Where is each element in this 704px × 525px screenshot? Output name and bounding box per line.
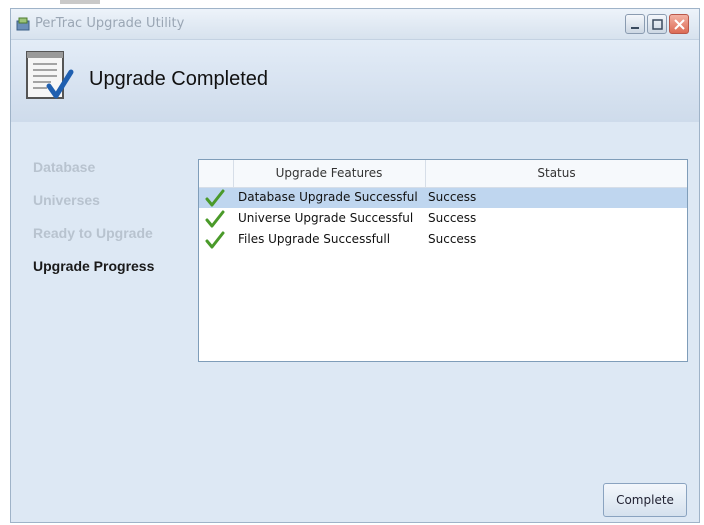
column-header-features[interactable]: Upgrade Features bbox=[233, 160, 426, 187]
step-upgrade-progress: Upgrade Progress bbox=[33, 258, 155, 274]
status-cell: Success bbox=[428, 232, 477, 246]
document-checkmark-icon bbox=[26, 51, 74, 99]
minimize-button[interactable] bbox=[625, 14, 645, 34]
wizard-steps: Database Universes Ready to Upgrade Upgr… bbox=[33, 159, 154, 291]
title-bar[interactable]: PerTrac Upgrade Utility bbox=[11, 9, 699, 40]
top-strip bbox=[0, 0, 704, 8]
close-icon bbox=[674, 19, 685, 30]
status-cell: Success bbox=[428, 190, 477, 204]
complete-button[interactable]: Complete bbox=[603, 483, 687, 517]
feature-cell: Database Upgrade Successful bbox=[238, 190, 418, 204]
column-header-status[interactable]: Status bbox=[426, 160, 687, 187]
page-title: Upgrade Completed bbox=[89, 68, 268, 90]
upgrade-utility-window: PerTrac Upgrade Utility Upgrade Complete… bbox=[10, 8, 700, 523]
table-row[interactable]: Files Upgrade Successfull Success bbox=[199, 230, 687, 250]
close-button[interactable] bbox=[669, 14, 689, 34]
step-universes: Universes bbox=[33, 192, 100, 208]
window-title: PerTrac Upgrade Utility bbox=[35, 16, 185, 31]
table-row[interactable]: Database Upgrade Successful Success bbox=[199, 188, 687, 208]
column-header-icon[interactable] bbox=[199, 160, 234, 187]
maximize-button[interactable] bbox=[647, 14, 667, 34]
grid-header: Upgrade Features Status bbox=[199, 160, 687, 188]
feature-cell: Universe Upgrade Successful bbox=[238, 211, 414, 225]
table-row[interactable]: Universe Upgrade Successful Success bbox=[199, 209, 687, 229]
upgrade-results-grid[interactable]: Upgrade Features Status Database Upgrade… bbox=[198, 159, 688, 362]
minimize-icon bbox=[631, 27, 639, 29]
green-check-icon bbox=[205, 231, 225, 249]
wizard-header: Upgrade Completed bbox=[11, 40, 699, 122]
status-cell: Success bbox=[428, 211, 477, 225]
feature-cell: Files Upgrade Successfull bbox=[238, 232, 391, 246]
step-ready-to-upgrade: Ready to Upgrade bbox=[33, 225, 153, 241]
maximize-icon bbox=[652, 19, 663, 30]
green-check-icon bbox=[205, 210, 225, 228]
step-database: Database bbox=[33, 159, 96, 175]
green-check-icon bbox=[205, 189, 225, 207]
background-artifact bbox=[60, 0, 100, 4]
app-icon bbox=[16, 17, 30, 31]
